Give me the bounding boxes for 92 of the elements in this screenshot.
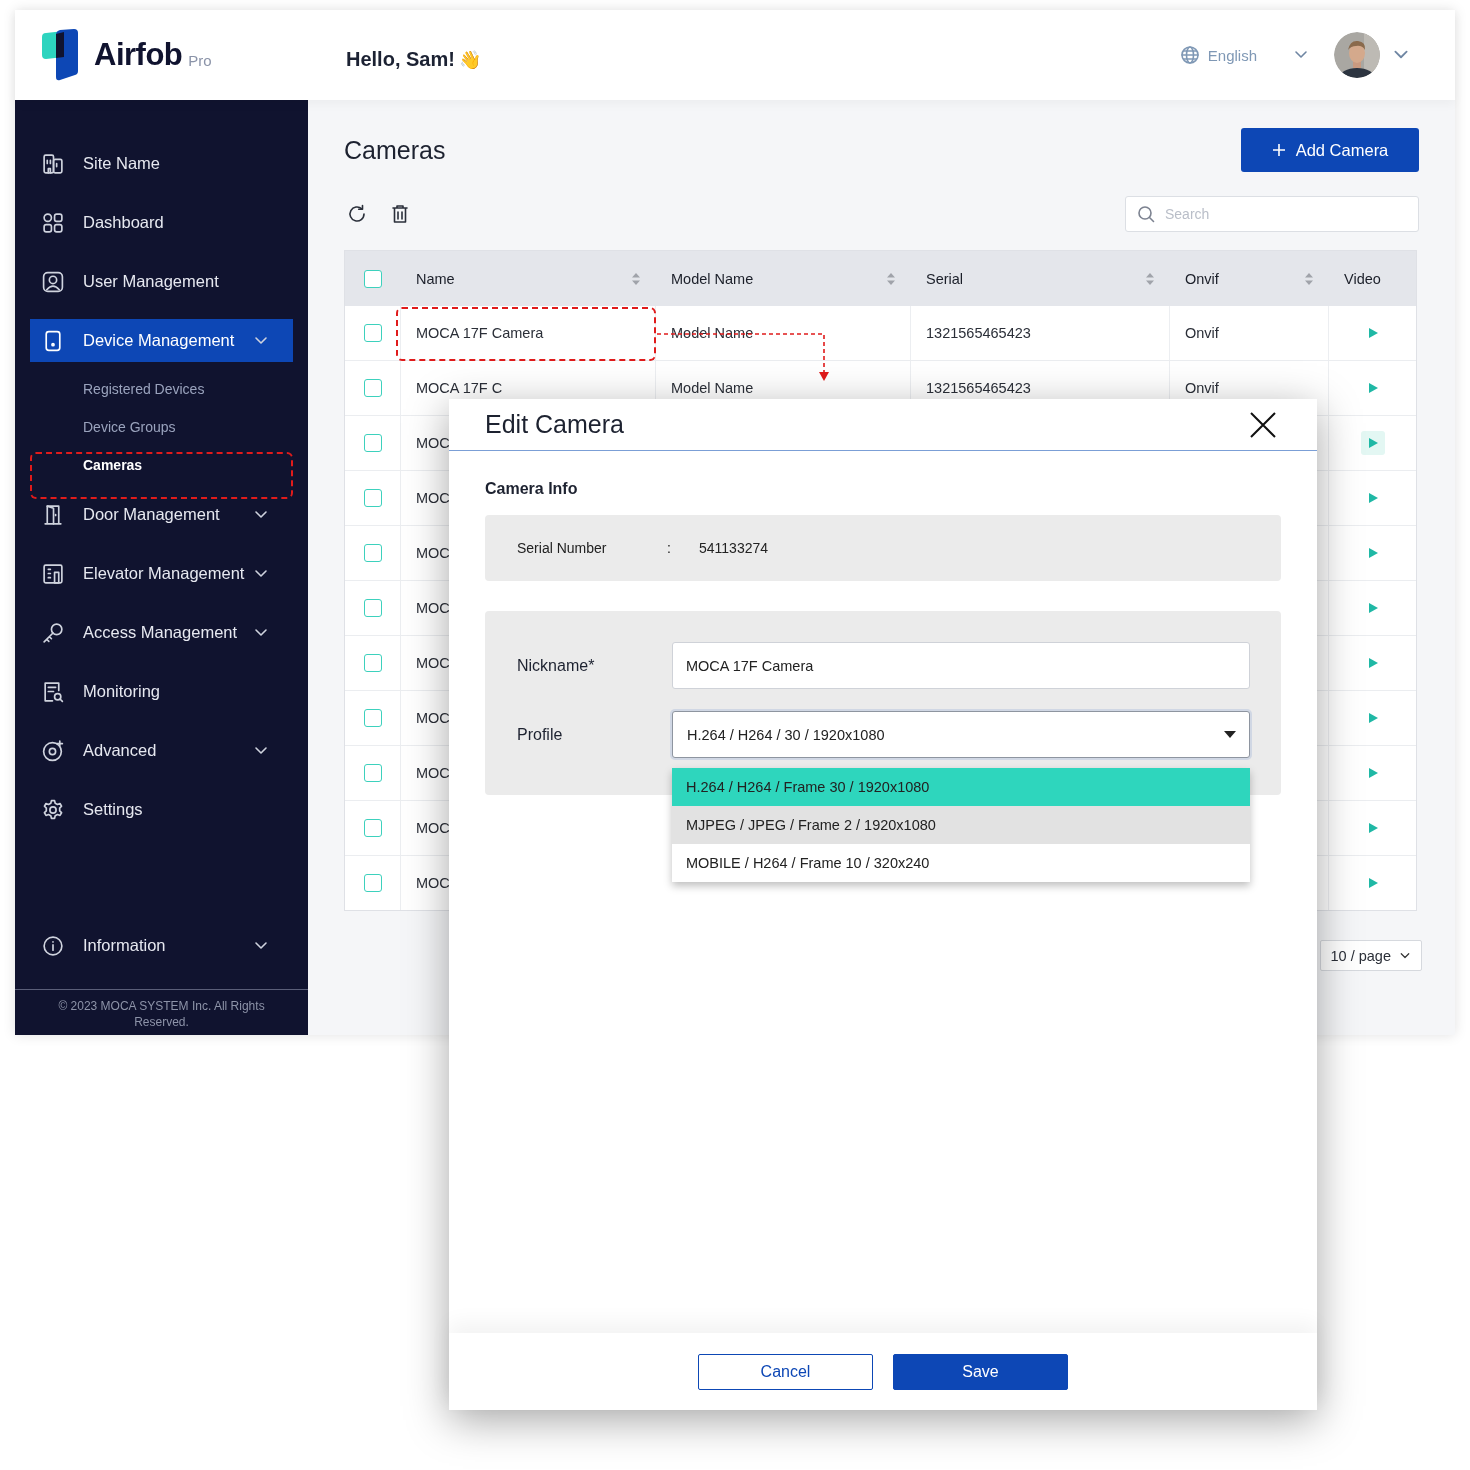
sidebar-subitem[interactable]: Registered Devices (30, 370, 293, 408)
edition-label: Pro (188, 51, 212, 69)
checkbox[interactable] (364, 269, 382, 288)
add-camera-button[interactable]: Add Camera (1241, 128, 1419, 172)
refresh-icon[interactable] (346, 203, 368, 225)
column-header[interactable]: Model Name (671, 270, 754, 287)
sort-icon[interactable] (1145, 271, 1155, 286)
save-button[interactable]: Save (893, 1353, 1068, 1390)
table-cell: MOCA 17F C (416, 380, 503, 396)
table-cell: MOC (416, 545, 450, 561)
column-header[interactable]: Video (1344, 270, 1381, 287)
sidebar-item[interactable]: Site Name (30, 142, 293, 185)
table-cell: MOC (416, 490, 450, 506)
checkbox[interactable] (363, 434, 382, 452)
table-cell: Onvif (1185, 325, 1219, 341)
section-title: Camera Info (485, 480, 579, 498)
field-label: Nickname* (517, 656, 596, 675)
profile-dropdown[interactable]: H.264 / H264 / 30 / 1920x1080 (672, 711, 1250, 758)
field-label: Serial Number (517, 540, 608, 556)
sidebar-item[interactable]: Settings (30, 788, 293, 831)
field-label: Profile (517, 725, 564, 744)
dialog-title: Edit Camera (485, 410, 624, 439)
close-icon[interactable] (1249, 410, 1277, 439)
search-icon (1137, 205, 1155, 223)
checkbox[interactable] (363, 874, 382, 892)
play-icon[interactable] (1360, 431, 1385, 455)
plus-icon (1271, 143, 1286, 157)
table-cell: MOC (416, 820, 450, 836)
checkbox[interactable] (363, 599, 382, 617)
sidebar-item[interactable]: User Management (30, 260, 293, 303)
sidebar-subitem[interactable]: Device Groups (30, 408, 293, 446)
table-cell: MOC (416, 765, 450, 781)
table-cell: Onvif (1185, 380, 1219, 396)
globe-icon[interactable] (1179, 45, 1200, 65)
waving-hand-emoji: 👋 (458, 48, 481, 70)
checkbox[interactable] (363, 544, 382, 562)
sort-icon[interactable] (886, 271, 896, 286)
table-cell: MOC (416, 710, 450, 726)
field-value: 541133274 (699, 540, 769, 556)
gear-icon (41, 797, 65, 822)
table-cell: MOCA 17F Camera (416, 325, 544, 341)
sidebar-item[interactable]: Dashboard (30, 201, 293, 244)
table-cell: MOC (416, 435, 450, 451)
separator: : (667, 540, 672, 556)
checkbox[interactable] (363, 324, 382, 342)
document-search-icon (41, 679, 65, 704)
sort-icon[interactable] (631, 271, 641, 286)
caret-down-icon (1224, 730, 1236, 739)
checkbox[interactable] (363, 654, 382, 672)
sidebar-item[interactable]: Device Management (30, 319, 293, 362)
logo-mark (40, 29, 80, 81)
nickname-field[interactable]: MOCA 17F Camera (672, 642, 1250, 689)
table-cell: Model Name (671, 380, 754, 396)
page-title: Cameras (344, 135, 446, 165)
sidebar-subitem[interactable]: Cameras (30, 446, 293, 484)
column-header[interactable]: Serial (926, 270, 964, 287)
greeting-text: Hello, Sam! (346, 47, 455, 71)
table-cell: MOC (416, 875, 450, 891)
dropdown-option[interactable]: MOBILE / H264 / Frame 10 / 320x240 (672, 844, 1250, 882)
table-cell: 1321565465423 (926, 380, 1031, 396)
building-icon (41, 561, 65, 586)
page-size-selector[interactable]: 10 / page (1319, 940, 1422, 971)
sidebar-item[interactable]: Door Management (30, 493, 293, 536)
door-icon (41, 502, 65, 527)
building-icon (41, 151, 65, 176)
table-cell: MOC (416, 600, 450, 616)
column-header[interactable]: Onvif (1185, 270, 1219, 287)
checkbox[interactable] (363, 764, 382, 782)
sort-icon[interactable] (1304, 271, 1314, 286)
info-icon (41, 933, 65, 958)
sidebar-item[interactable]: Information (30, 924, 293, 967)
sidebar-item[interactable]: Advanced (30, 729, 293, 772)
checkbox[interactable] (363, 709, 382, 727)
table-cell: 1321565465423 (926, 325, 1031, 341)
search-field[interactable]: Search (1125, 196, 1419, 232)
column-header[interactable]: Name (416, 270, 455, 287)
trash-icon[interactable] (389, 203, 411, 225)
logo-text: Airfob (94, 37, 183, 73)
target-icon (41, 738, 65, 763)
dropdown-option[interactable]: MJPEG / JPEG / Frame 2 / 1920x1080 (672, 806, 1250, 844)
sidebar-item[interactable]: Access Management (30, 611, 293, 654)
checkbox[interactable] (363, 489, 382, 507)
grid-icon (41, 210, 65, 235)
table-cell: MOC (416, 655, 450, 671)
sidebar-item[interactable]: Elevator Management (30, 552, 293, 595)
checkbox[interactable] (363, 819, 382, 837)
key-icon (41, 620, 65, 645)
sidebar-item[interactable]: Monitoring (30, 670, 293, 713)
checkbox[interactable] (363, 379, 382, 397)
user-icon (41, 269, 65, 294)
cancel-button[interactable]: Cancel (698, 1353, 873, 1390)
dropdown-option[interactable]: H.264 / H264 / Frame 30 / 1920x1080 (672, 768, 1250, 806)
